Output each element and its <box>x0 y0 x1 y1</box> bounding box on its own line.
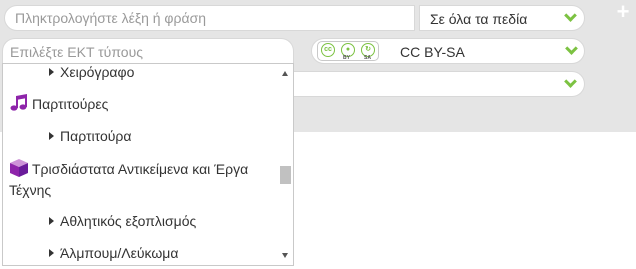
list-item-label: Χειρόγραφο <box>60 64 135 80</box>
keyword-search-input[interactable] <box>4 5 415 31</box>
list-item[interactable]: Άλμπουμ/Λεύκωμα <box>3 243 279 264</box>
list-group-label: Τρισδιάστατα Αντικείμενα και Έργα Τέχνης <box>9 161 249 198</box>
chevron-down-icon <box>564 75 577 88</box>
list-item[interactable]: Αθλητικός εξοπλισμός <box>3 211 279 232</box>
type-dropdown-list: Χειρόγραφο Παρτιτούρες Παρτιτούρα Τρισδι… <box>2 63 294 266</box>
type-filter-select[interactable]: Επιλέξτε ΕΚΤ τύπους <box>2 38 294 64</box>
chevron-down-icon <box>565 42 578 55</box>
caret-right-icon <box>49 68 54 76</box>
cc-by-sa-badge-icon: cc ● BY ↻ SA <box>317 41 379 61</box>
scrollbar-thumb[interactable] <box>280 166 291 184</box>
cc-icon: cc <box>321 43 335 57</box>
scrollbar[interactable] <box>278 64 293 265</box>
list-item[interactable]: Χειρόγραφο <box>3 64 279 83</box>
search-field-value: Σε όλα τα πεδία <box>430 11 528 27</box>
type-filter-placeholder: Επιλέξτε ΕΚΤ τύπους <box>10 44 143 60</box>
list-item-label: Παρτιτούρα <box>60 128 132 144</box>
license-select[interactable]: cc ● BY ↻ SA CC BY-SA <box>311 38 585 64</box>
search-field-select[interactable]: Σε όλα τα πεδία <box>419 5 585 31</box>
sa-label: SA <box>364 55 371 61</box>
by-label: BY <box>343 55 350 61</box>
caret-right-icon <box>49 217 54 225</box>
cube-icon <box>10 159 28 177</box>
chevron-down-icon <box>564 9 577 22</box>
caret-right-icon <box>49 132 54 140</box>
list-item-label: Άλμπουμ/Λεύκωμα <box>60 245 179 261</box>
scroll-down-arrow-icon[interactable] <box>282 253 288 258</box>
add-criteria-button[interactable]: + <box>613 1 633 23</box>
list-item-label: Αθλητικός εξοπλισμός <box>60 213 197 229</box>
music-note-icon <box>10 94 27 111</box>
license-value: CC BY-SA <box>400 44 465 60</box>
list-group-label: Παρτιτούρες <box>32 96 109 112</box>
caret-right-icon <box>49 249 54 257</box>
list-item[interactable]: Παρτιτούρα <box>3 126 279 147</box>
list-group-header[interactable]: Παρτιτούρες <box>3 93 279 115</box>
secondary-filter-select[interactable] <box>294 71 585 97</box>
scroll-up-arrow-icon[interactable] <box>282 71 288 76</box>
list-group-header[interactable]: Τρισδιάστατα Αντικείμενα και Έργα Τέχνης <box>3 158 279 201</box>
